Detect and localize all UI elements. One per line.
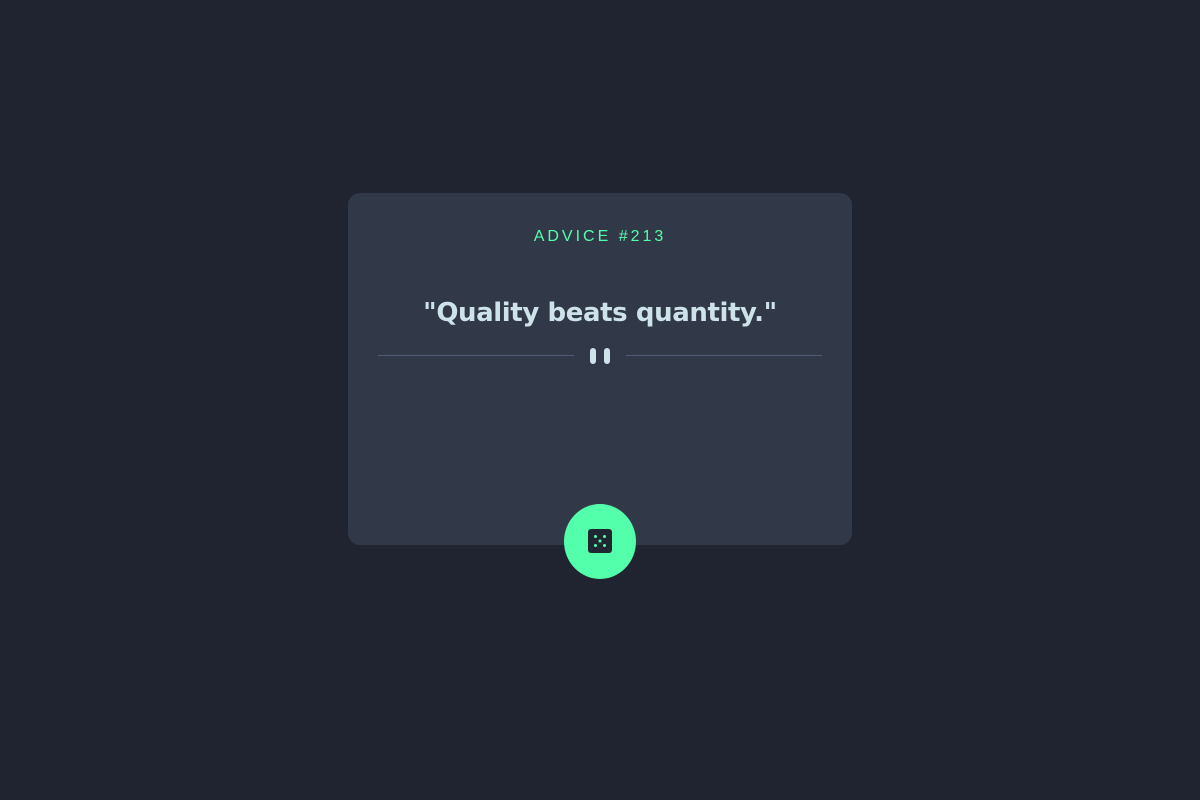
pause-icon: [590, 348, 610, 364]
divider-line-left: [378, 355, 574, 356]
advice-quote: "Quality beats quantity.": [423, 298, 777, 328]
divider-line-right: [626, 355, 822, 356]
new-advice-button[interactable]: [564, 504, 636, 579]
dice-icon: [588, 529, 612, 553]
quote-divider: [378, 346, 822, 366]
advice-card: ADVICE #213 "Quality beats quantity.": [348, 193, 852, 545]
advice-id-label: ADVICE #213: [533, 228, 667, 245]
